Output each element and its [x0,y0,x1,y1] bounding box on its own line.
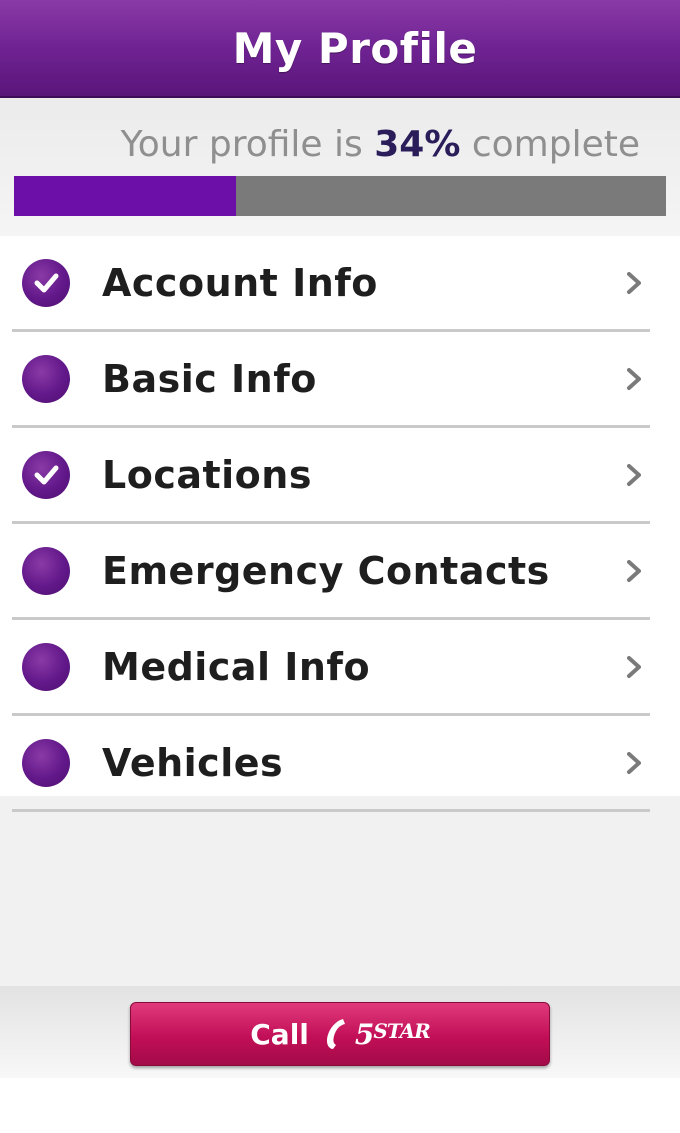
section-item-label: Medical Info [102,644,371,689]
brand-logo: 5STAR [354,1017,431,1051]
phone-icon [326,1019,345,1049]
progress-text: Your profile is 34% complete [121,124,640,165]
status-dot [22,642,70,691]
call-button-label: Call [250,1017,309,1051]
progress-bar [14,176,666,216]
check-icon [34,273,59,292]
call-5star-button[interactable]: Call 5STAR [130,1002,550,1066]
progress-text-prefix: Your profile is [120,124,375,165]
bottom-strip [0,1078,680,1133]
status-dot [22,546,70,595]
check-icon [34,465,59,484]
status-dot [22,354,70,403]
chevron-right-icon [627,559,641,582]
section-item-medical-info[interactable]: Medical Info [12,620,650,716]
section-item-label: Locations [102,452,312,497]
title-bar: My Profile [0,0,680,98]
status-dot [22,450,70,499]
section-item-label: Emergency Contacts [102,548,550,593]
page-title: My Profile [232,23,478,73]
status-dot [22,738,70,787]
section-item-emergency-contacts[interactable]: Emergency Contacts [12,524,650,620]
progress-bar-fill [14,176,236,216]
chevron-right-icon [627,463,641,486]
status-dot [22,258,70,307]
progress-text-suffix: complete [460,124,640,165]
brand-logo-number: 5 [354,1017,375,1051]
section-item-basic-info[interactable]: Basic Info [12,332,650,428]
progress-percent: 34% [374,124,461,165]
brand-logo-text: STAR [373,1018,430,1043]
chevron-right-icon [627,655,641,678]
section-item-locations[interactable]: Locations [12,428,650,524]
section-item-account-info[interactable]: Account Info [12,236,650,332]
section-item-label: Basic Info [102,356,317,401]
chevron-right-icon [627,367,641,390]
chevron-right-icon [627,271,641,294]
section-list: Account Info Basic Info Locations Emerge… [0,236,680,812]
section-item-label: Vehicles [102,740,284,785]
section-item-vehicles[interactable]: Vehicles [12,716,650,812]
profile-screen: My Profile Your profile is 34% complete … [0,0,680,1133]
chevron-right-icon [627,751,641,774]
section-item-label: Account Info [102,260,378,305]
